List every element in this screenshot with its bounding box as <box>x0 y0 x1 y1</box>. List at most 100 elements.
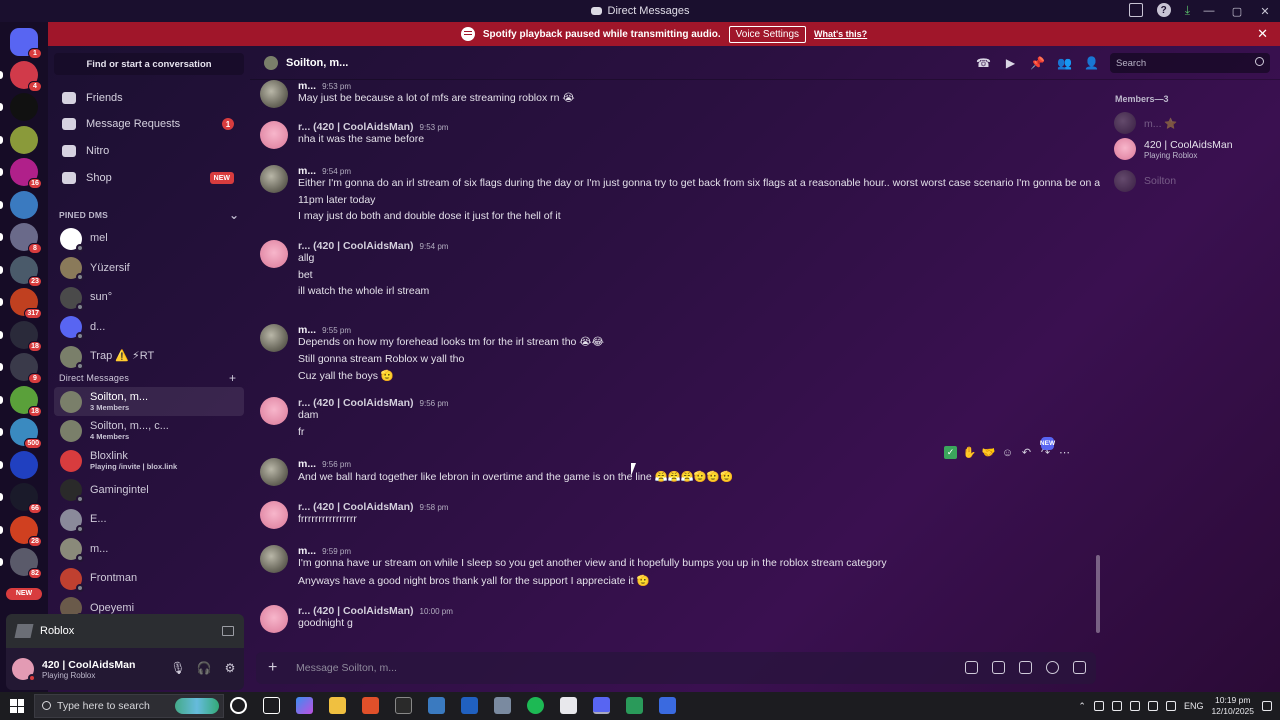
server-icon[interactable]: 8 <box>10 223 42 254</box>
whats-this-link[interactable]: What's this? <box>814 29 867 39</box>
reaction-icon[interactable]: 🤝 <box>982 446 996 459</box>
dm-item[interactable]: Frontman <box>54 564 244 593</box>
message-author[interactable]: r... (420 | CoolAidsMan) <box>298 240 414 252</box>
clock[interactable]: 10:19 pm 12/10/2025 <box>1211 695 1254 717</box>
nav-friends[interactable]: Friends <box>54 86 244 110</box>
check-reaction-icon[interactable]: ✓ <box>944 446 957 459</box>
monitor-icon[interactable] <box>222 626 234 636</box>
avatar[interactable] <box>260 165 288 193</box>
nav-message-requests[interactable]: Message Requests 1 <box>54 112 244 136</box>
server-icon[interactable]: 16 <box>10 158 42 189</box>
tray-icon[interactable] <box>1111 701 1122 711</box>
avatar[interactable] <box>260 324 288 352</box>
avatar[interactable] <box>260 397 288 425</box>
message-author[interactable]: m... <box>298 165 316 177</box>
avatar[interactable] <box>260 80 288 108</box>
server-icon[interactable]: 4 <box>10 60 42 92</box>
message[interactable]: r... (420 | CoolAidsMan) 9:56 pm dam fr <box>260 397 1090 451</box>
gif-icon[interactable] <box>992 661 1005 674</box>
message-composer[interactable]: + Message Soilton, m... <box>256 652 1096 684</box>
volume-icon[interactable] <box>1165 701 1176 711</box>
nav-nitro[interactable]: Nitro <box>54 139 244 163</box>
avatar[interactable] <box>260 605 288 633</box>
message-list[interactable]: m... 9:53 pm May just be because a lot of … <box>250 80 1100 650</box>
gear-icon[interactable]: ⚙ <box>224 661 236 675</box>
app-icon[interactable] <box>428 697 445 714</box>
message-author[interactable]: m... <box>298 545 316 557</box>
server-icon[interactable] <box>10 125 38 154</box>
find-conversation-button[interactable]: Find or start a conversation <box>54 53 244 75</box>
chevron-up-icon[interactable]: ⌃ <box>1078 701 1086 712</box>
pin-icon[interactable]: 📌 <box>1030 56 1045 70</box>
chevron-down-icon[interactable]: ⌄ <box>229 208 239 222</box>
avatar[interactable] <box>260 121 288 149</box>
roblox-taskbar-icon[interactable] <box>659 697 676 714</box>
more-icon[interactable]: ⋯ <box>1058 446 1071 459</box>
member-list-icon[interactable]: 👤 <box>1084 56 1099 70</box>
language-indicator[interactable]: ENG <box>1184 701 1204 711</box>
dm-item[interactable]: d... <box>54 313 244 342</box>
dm-item[interactable]: Soilton, m..., c... 4 Members <box>54 417 244 446</box>
message-author[interactable]: m... <box>298 324 316 336</box>
dm-item[interactable]: E... <box>54 505 244 534</box>
app-icon[interactable] <box>494 697 511 714</box>
audio-app-icon[interactable] <box>395 697 412 714</box>
start-button[interactable] <box>10 699 24 713</box>
message[interactable]: r... (420 | CoolAidsMan) 9:58 pm frrrrrrrr… <box>260 501 1090 538</box>
file-explorer-icon[interactable] <box>329 697 346 714</box>
server-icon[interactable]: 18 <box>10 320 42 352</box>
help-icon[interactable]: ? <box>1156 3 1171 17</box>
network-icon[interactable] <box>1147 701 1158 711</box>
message[interactable]: m... 9:53 pm May just be because a lot of … <box>260 80 1090 117</box>
server-icon[interactable]: 28 <box>10 515 42 547</box>
add-dm-icon[interactable]: + <box>229 371 236 385</box>
activity-bar[interactable]: Roblox <box>6 614 244 648</box>
server-icon[interactable]: 66 <box>10 483 42 514</box>
add-reaction-icon[interactable]: ☺ <box>1001 446 1014 459</box>
gift-icon[interactable] <box>965 661 978 674</box>
download-icon[interactable]: ⤓ <box>1185 3 1190 17</box>
message-author[interactable]: r... (420 | CoolAidsMan) <box>298 605 414 617</box>
server-icon[interactable]: 82 <box>10 548 42 579</box>
banner-close-icon[interactable]: ✕ <box>1257 26 1268 42</box>
dm-item[interactable]: m... <box>54 535 244 564</box>
member-item[interactable]: Soilton <box>1114 170 1176 192</box>
activity-icon[interactable] <box>1073 661 1086 674</box>
copilot-icon[interactable] <box>296 697 313 714</box>
member-item[interactable]: m... ⭐ <box>1114 112 1178 134</box>
avatar[interactable] <box>260 240 288 268</box>
close-window-button[interactable]: ✕ <box>1258 4 1272 18</box>
brave-icon[interactable] <box>362 697 379 714</box>
microphone-icon[interactable]: 🎙 <box>170 661 185 675</box>
message[interactable]: r... (420 | CoolAidsMan) 9:54 pm allg bet il… <box>260 240 1090 311</box>
attach-icon[interactable]: + <box>268 659 282 677</box>
server-icon[interactable]: 23 <box>10 255 42 287</box>
message[interactable]: m... 9:56 pm And we ball hard together lik… <box>260 458 1090 495</box>
server-icon[interactable]: 500 <box>10 418 42 449</box>
spotify-icon[interactable] <box>527 697 544 714</box>
message-author[interactable]: m... <box>298 80 316 92</box>
server-icon[interactable] <box>10 450 38 479</box>
message-author[interactable]: r... (420 | CoolAidsMan) <box>298 397 414 409</box>
dm-item[interactable]: mel <box>54 224 244 253</box>
message[interactable]: r... (420 | CoolAidsMan) 10:00 pm goodnigh… <box>260 605 1090 642</box>
message-author[interactable]: r... (420 | CoolAidsMan) <box>298 501 414 513</box>
message[interactable]: r... (420 | CoolAidsMan) 9:53 pm nha it wa… <box>260 121 1090 158</box>
dm-item[interactable]: Yüzersif <box>54 254 244 283</box>
app-icon[interactable] <box>461 697 478 714</box>
dm-item[interactable]: Gamingintel <box>54 476 244 505</box>
server-icon[interactable]: 317 <box>10 288 42 319</box>
dm-item[interactable]: Bloxlink Playing /invite | blox.link <box>54 446 244 475</box>
reply-icon[interactable]: ↶ <box>1020 446 1033 459</box>
notepad-icon[interactable] <box>560 697 577 714</box>
dm-item[interactable]: sun° <box>54 283 244 312</box>
task-view-icon[interactable] <box>263 697 280 714</box>
message[interactable]: m... 9:54 pm Either I'm gonna do an irl st… <box>260 165 1100 236</box>
new-servers-pill[interactable]: NEW <box>6 587 42 600</box>
server-icon[interactable] <box>10 93 38 121</box>
avatar[interactable] <box>260 458 288 486</box>
server-icon[interactable]: 18 <box>10 385 42 417</box>
message[interactable]: m... 9:59 pm I'm gonna have ur stream on w… <box>260 545 1090 599</box>
headphones-icon[interactable]: 🎧 <box>197 661 212 675</box>
cortana-icon[interactable] <box>230 697 247 714</box>
